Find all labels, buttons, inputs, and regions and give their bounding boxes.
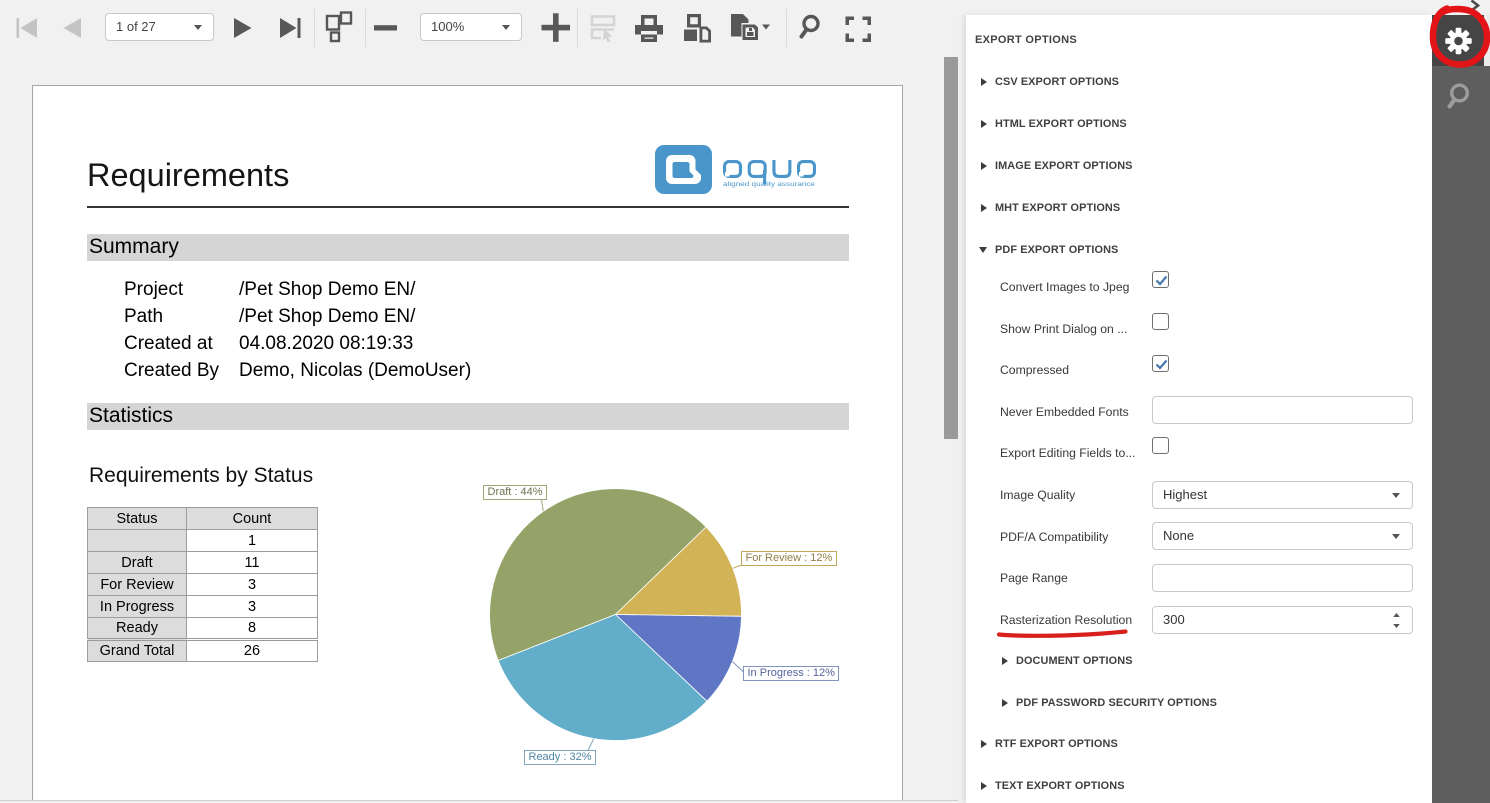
svg-text:aligned quality assurance: aligned quality assurance bbox=[723, 181, 816, 188]
